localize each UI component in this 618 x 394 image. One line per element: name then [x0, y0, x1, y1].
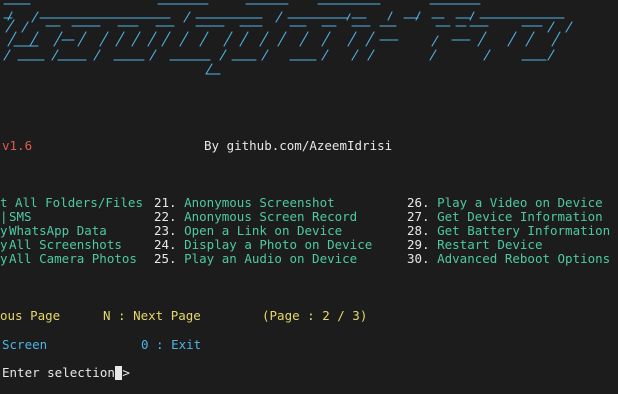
- menu-item-label: Play a Video on Device: [437, 195, 603, 210]
- menu-item-open-link[interactable]: 23. Open a Link on Device: [154, 224, 342, 238]
- version-label: v1.6: [2, 138, 33, 153]
- menu-item-label: Display a Photo on Device: [184, 237, 373, 252]
- menu-item-restart-device[interactable]: 29. Restart Device: [407, 238, 542, 252]
- menu-item-device-information[interactable]: 27. Get Device Information: [407, 210, 603, 224]
- menu-item-display-photo[interactable]: 24. Display a Photo on Device: [154, 238, 372, 252]
- menu-item-label: Anonymous Screen Record: [184, 209, 358, 224]
- exit-option[interactable]: 0 : Exit: [141, 338, 201, 352]
- ascii-art-banner: [3, 3, 573, 75]
- menu-item-number: 27.: [407, 209, 430, 224]
- previous-page-option[interactable]: ous Page: [0, 309, 60, 323]
- menu-item-number: 29.: [407, 237, 430, 252]
- menu-item-anonymous-screenshot[interactable]: 21. Anonymous Screenshot: [154, 196, 335, 210]
- menu-item-number: 21.: [154, 195, 177, 210]
- menu-item-number: 28.: [407, 223, 430, 238]
- menu-item-sms-label: SMS: [9, 209, 32, 224]
- menu-item-number: 22.: [154, 209, 177, 224]
- menu-item-number: 25.: [154, 251, 177, 266]
- menu-item-screenshots-label: All Screenshots: [9, 237, 122, 252]
- menu-item-camera-photos-label: All Camera Photos: [9, 251, 137, 266]
- menu-item-number: 24.: [154, 237, 177, 252]
- menu-item-label: Anonymous Screenshot: [184, 195, 335, 210]
- menu-item-number: 26.: [407, 195, 430, 210]
- menu-item-all-folders-files[interactable]: t All Folders/Files: [0, 196, 143, 210]
- menu-item-play-audio[interactable]: 25. Play an Audio on Device: [154, 252, 357, 266]
- menu-item-label: Restart Device: [437, 237, 543, 252]
- menu-item-label: Open a Link on Device: [184, 223, 343, 238]
- screen-option[interactable]: Screen: [2, 338, 47, 352]
- selection-prompt: Enter selection >: [2, 365, 130, 380]
- menu-item-number: 23.: [154, 223, 177, 238]
- menu-item-whatsapp-label: WhatsApp Data: [9, 223, 107, 238]
- page-indicator: (Page : 2 / 3): [262, 308, 368, 323]
- menu-item-battery-information[interactable]: 28. Get Battery Information: [407, 224, 610, 238]
- menu-item-sms[interactable]: |SMS: [0, 210, 32, 224]
- menu-item-play-video[interactable]: 26. Play a Video on Device: [407, 196, 603, 210]
- menu-item-label: Advanced Reboot Options: [437, 251, 611, 266]
- input-cursor[interactable]: [115, 366, 122, 380]
- menu-item-anonymous-screen-record[interactable]: 22. Anonymous Screen Record: [154, 210, 357, 224]
- menu-item-advanced-reboot[interactable]: 30. Advanced Reboot Options: [407, 252, 610, 266]
- menu-item-label: Get Device Information: [437, 209, 603, 224]
- menu-item-number: 30.: [407, 251, 430, 266]
- menu-item-all-screenshots[interactable]: yAll Screenshots: [0, 238, 122, 252]
- menu-item-label: Play an Audio on Device: [184, 251, 358, 266]
- menu-item-whatsapp-data[interactable]: yWhatsApp Data: [0, 224, 107, 238]
- credit-text: By github.com/AzeemIdrisi: [204, 138, 393, 153]
- next-page-option[interactable]: N : Next Page: [103, 309, 201, 323]
- menu-item-all-camera-photos[interactable]: yAll Camera Photos: [0, 252, 137, 266]
- menu-item-label: Get Battery Information: [437, 223, 611, 238]
